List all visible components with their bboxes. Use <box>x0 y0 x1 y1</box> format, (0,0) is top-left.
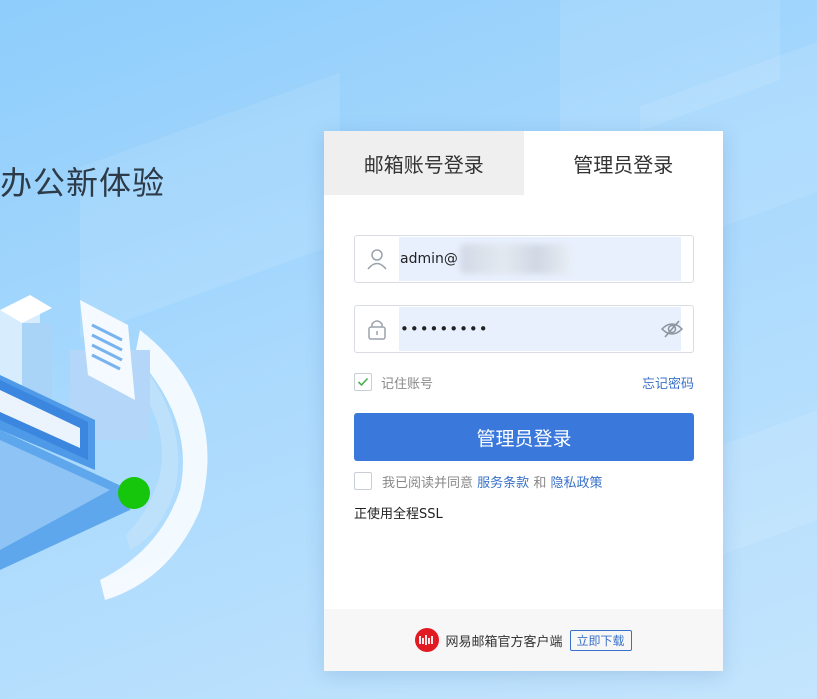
remember-row: 记住账号 忘记密码 <box>354 372 694 392</box>
redacted-domain <box>459 244 570 274</box>
agree-checkbox[interactable] <box>354 472 372 490</box>
ssl-notice: 正使用全程SSL <box>354 507 443 522</box>
agree-conj: 和 <box>533 476 547 491</box>
privacy-link[interactable]: 隐私政策 <box>550 476 602 491</box>
tab-admin-login[interactable]: 管理员登录 <box>523 131 723 195</box>
user-icon <box>367 249 387 270</box>
agreement-row: 我已阅读并同意 服务条款 和 隐私政策 <box>354 471 694 491</box>
tab-mailbox-login[interactable]: 邮箱账号登录 <box>324 131 524 195</box>
login-tabs: 邮箱账号登录 管理员登录 <box>324 131 723 195</box>
terms-link[interactable]: 服务条款 <box>477 476 529 491</box>
eye-off-icon[interactable] <box>661 319 683 339</box>
office-illustration <box>0 295 208 600</box>
forgot-password-link[interactable]: 忘记密码 <box>642 373 694 392</box>
admin-login-button[interactable]: 管理员登录 <box>354 413 694 461</box>
password-field[interactable]: ••••••••• <box>354 305 694 353</box>
slogan: 办公新体验 <box>0 164 166 202</box>
username-field[interactable]: admin@ <box>354 235 694 283</box>
remember-label: 记住账号 <box>381 377 434 392</box>
lock-icon <box>368 320 386 340</box>
login-card: 邮箱账号登录 管理员登录 admin@ ••••••••• 记住账号 忘记密码 … <box>324 131 723 671</box>
bg-shape <box>720 394 817 556</box>
agree-prefix: 我已阅读并同意 <box>382 476 474 491</box>
agreement-text: 我已阅读并同意 服务条款 和 隐私政策 <box>382 472 602 491</box>
remember-checkbox[interactable] <box>354 373 372 391</box>
password-input[interactable]: ••••••••• <box>399 307 681 351</box>
netease-mail-logo <box>415 628 440 652</box>
client-download-bar: 网易邮箱官方客户端 立即下载 <box>324 609 723 671</box>
client-text: 网易邮箱官方客户端 <box>445 634 563 650</box>
username-value: admin@ <box>400 251 458 267</box>
checkmark-icon <box>357 377 369 387</box>
download-now-button[interactable]: 立即下载 <box>569 629 632 651</box>
logo-mark <box>419 635 434 645</box>
password-value: ••••••••• <box>400 320 489 338</box>
username-input[interactable]: admin@ <box>399 237 681 281</box>
